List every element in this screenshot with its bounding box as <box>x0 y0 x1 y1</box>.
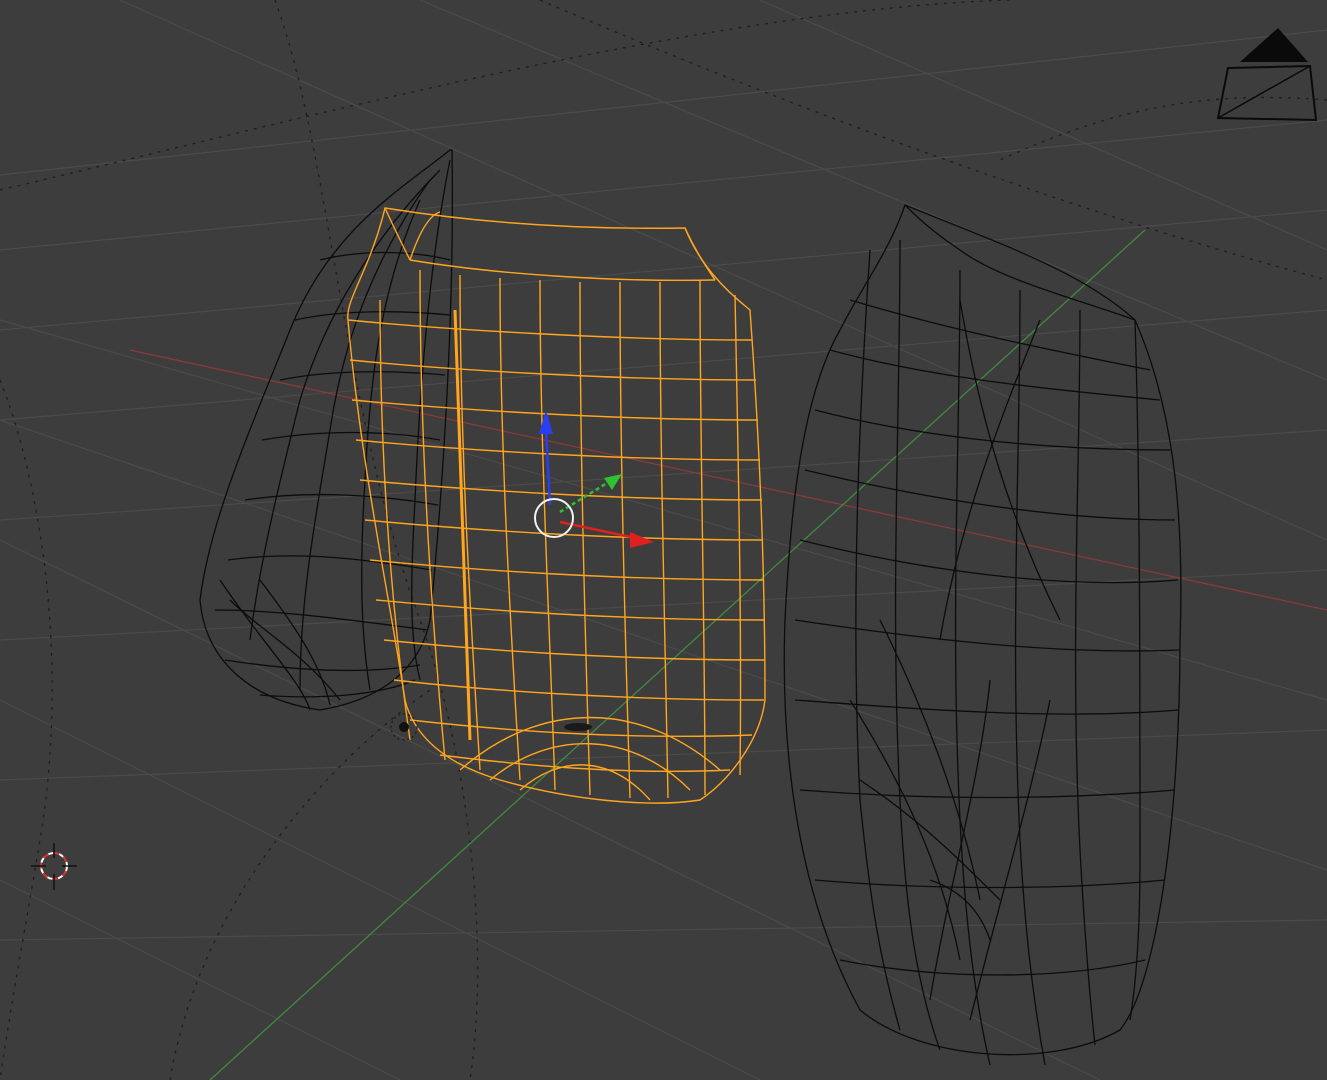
y-axis-line <box>209 229 1146 1080</box>
gizmo-x-arrowhead[interactable] <box>630 532 654 548</box>
right-mesh[interactable] <box>783 203 1182 1066</box>
selected-mesh[interactable] <box>347 207 766 804</box>
manipulator-gizmo-icon[interactable] <box>534 410 654 548</box>
mesh-bottom-hole <box>564 723 592 731</box>
left-mesh[interactable] <box>199 149 454 711</box>
3d-cursor-icon[interactable] <box>31 843 77 890</box>
lamp-icon[interactable] <box>390 713 418 741</box>
gizmo-center-ring[interactable] <box>534 498 574 538</box>
3d-viewport[interactable] <box>0 0 1327 1080</box>
camera-icon[interactable] <box>1216 28 1318 122</box>
x-axis-line <box>129 349 1327 611</box>
gizmo-y-arrowhead[interactable] <box>604 474 622 490</box>
